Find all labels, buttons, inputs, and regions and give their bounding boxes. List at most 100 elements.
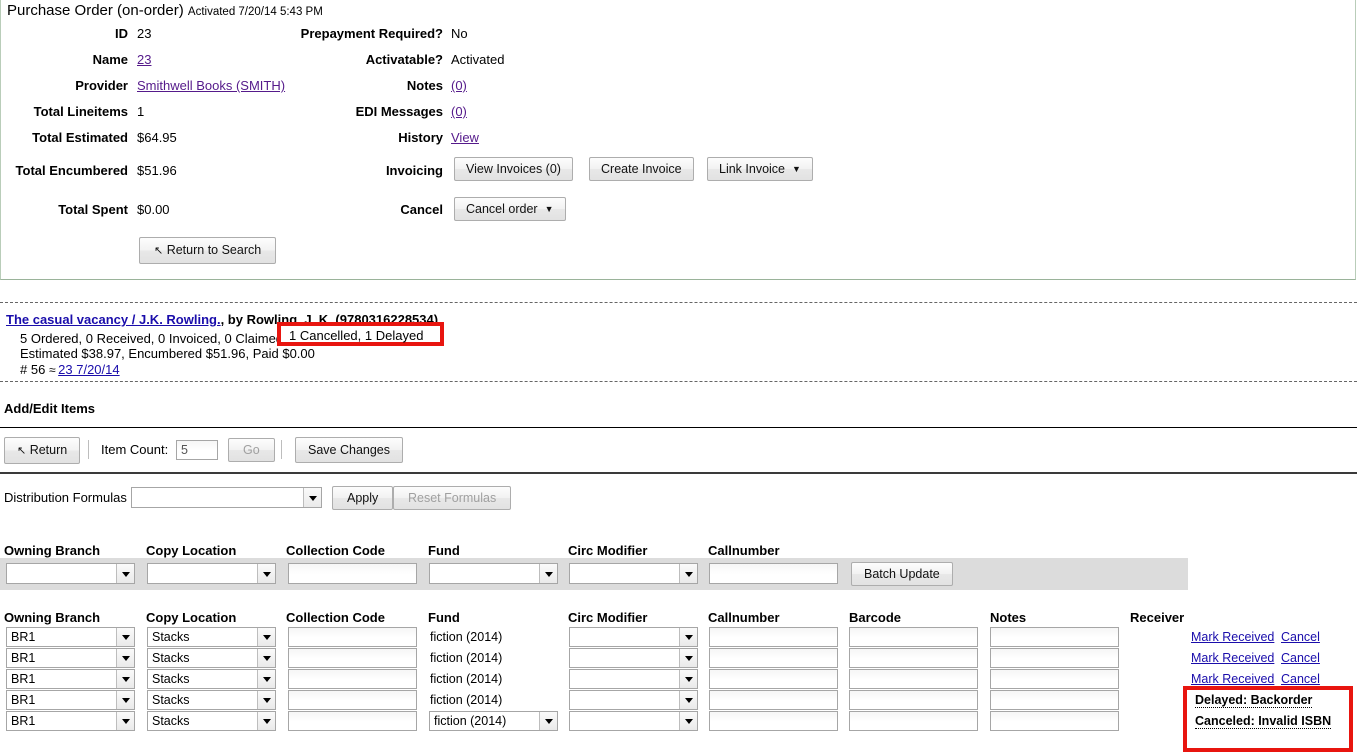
row-callnumber-input[interactable] <box>709 648 838 668</box>
row-collection-code-input[interactable] <box>288 669 417 689</box>
batch-circ-modifier-select[interactable] <box>569 563 698 584</box>
field-label-total-encumbered: Total Encumbered <box>15 163 128 178</box>
chevron-down-icon <box>116 670 134 688</box>
row-circ-modifier-select[interactable] <box>569 669 698 689</box>
row-barcode-input[interactable] <box>849 669 978 689</box>
row-fund-select[interactable]: fiction (2014) <box>429 711 558 731</box>
reset-formulas-button[interactable]: Reset Formulas <box>393 486 512 510</box>
page-title-text: Purchase Order (on-order) <box>7 2 184 19</box>
field-label-invoicing: Invoicing <box>385 163 443 178</box>
lineitem-identifier-line: # 56 ≈ 23 7/20/14 <box>20 362 120 377</box>
batch-collection-code-input[interactable] <box>288 563 417 584</box>
row-owning-branch-select[interactable]: BR1 <box>6 648 135 668</box>
row-owning-branch-select[interactable]: BR1 <box>6 690 135 710</box>
chevron-down-icon <box>116 564 134 583</box>
batch-header-fund: Fund <box>428 543 460 558</box>
row-notes-input[interactable] <box>990 627 1119 647</box>
view-invoices-button-label: View Invoices (0) <box>466 162 561 176</box>
batch-fund-select[interactable] <box>429 563 558 584</box>
row-copy-location-select[interactable]: Stacks <box>147 648 276 668</box>
cancel-link[interactable]: Cancel <box>1281 630 1320 644</box>
chevron-down-icon <box>257 649 275 667</box>
apply-button-label: Apply <box>347 491 379 505</box>
cancel-link[interactable]: Cancel <box>1281 651 1320 665</box>
distribution-formulas-select[interactable] <box>131 487 322 508</box>
return-to-search-button[interactable]: ↖ Return to Search <box>139 237 277 264</box>
row-owning-branch-select[interactable]: BR1 <box>6 669 135 689</box>
cancel-order-button[interactable]: Cancel order ▼ <box>454 197 566 221</box>
row-copy-location-select[interactable]: Stacks <box>147 669 276 689</box>
row-callnumber-input[interactable] <box>709 690 838 710</box>
row-circ-modifier-select[interactable] <box>569 711 698 731</box>
chevron-down-icon <box>257 564 275 583</box>
row-collection-code-input[interactable] <box>288 690 417 710</box>
cancel-link[interactable]: Cancel <box>1281 672 1320 686</box>
row-notes-input[interactable] <box>990 690 1119 710</box>
row-barcode-input[interactable] <box>849 648 978 668</box>
batch-callnumber-input[interactable] <box>709 563 838 584</box>
row-barcode-input[interactable] <box>849 711 978 731</box>
go-button[interactable]: Go <box>228 438 275 462</box>
chevron-down-icon <box>257 670 275 688</box>
distribution-formulas-label: Distribution Formulas <box>4 490 127 505</box>
row-notes-input[interactable] <box>990 669 1119 689</box>
row-notes-input[interactable] <box>990 648 1119 668</box>
field-value-history-link[interactable]: View <box>451 130 479 145</box>
batch-copy-location-select[interactable] <box>147 563 276 584</box>
row-copy-location-value: Stacks <box>152 693 190 707</box>
row-callnumber-input[interactable] <box>709 711 838 731</box>
row-callnumber-input[interactable] <box>709 627 838 647</box>
row-fund-text: fiction (2014) <box>430 672 503 686</box>
items-header-receiver: Receiver <box>1130 610 1185 625</box>
row-owning-branch-select[interactable]: BR1 <box>6 711 135 731</box>
row-owning-branch-value: BR1 <box>11 630 36 644</box>
batch-update-button[interactable]: Batch Update <box>851 562 953 586</box>
row-copy-location-select[interactable]: Stacks <box>147 711 276 731</box>
chevron-down-icon <box>257 628 275 646</box>
lineitem-po-date-link[interactable]: 23 7/20/14 <box>58 362 119 377</box>
item-count-input[interactable]: 5 <box>176 440 218 460</box>
annotation-counts-text: 1 Cancelled, 1 Delayed <box>289 328 424 343</box>
field-value-edi-messages-link[interactable]: (0) <box>451 104 467 119</box>
row-fund-text: fiction (2014) <box>430 630 503 644</box>
field-value-notes-link[interactable]: (0) <box>451 78 467 93</box>
row-callnumber-input[interactable] <box>709 669 838 689</box>
view-invoices-button[interactable]: View Invoices (0) <box>454 157 573 181</box>
batch-owning-branch-select[interactable] <box>6 563 135 584</box>
field-label-id: ID <box>115 26 128 41</box>
row-owning-branch-value: BR1 <box>11 693 36 707</box>
row-collection-code-input[interactable] <box>288 711 417 731</box>
row-owning-branch-select[interactable]: BR1 <box>6 627 135 647</box>
mark-received-link[interactable]: Mark Received <box>1191 651 1274 665</box>
row-barcode-input[interactable] <box>849 627 978 647</box>
row-notes-input[interactable] <box>990 711 1119 731</box>
chevron-down-icon <box>679 649 697 667</box>
field-value-name-link[interactable]: 23 <box>137 52 151 67</box>
row-circ-modifier-select[interactable] <box>569 690 698 710</box>
items-header-copy-location: Copy Location <box>146 610 237 625</box>
link-invoice-button[interactable]: Link Invoice ▼ <box>707 157 813 181</box>
page-title: Purchase Order (on-order) Activated 7/20… <box>7 2 323 19</box>
return-to-search-label: Return to Search <box>166 243 262 257</box>
field-value-total-spent: $0.00 <box>137 202 170 217</box>
field-label-total-lineitems: Total Lineitems <box>33 104 128 119</box>
create-invoice-button[interactable]: Create Invoice <box>589 157 694 181</box>
row-copy-location-select[interactable]: Stacks <box>147 690 276 710</box>
row-copy-location-select[interactable]: Stacks <box>147 627 276 647</box>
row-barcode-input[interactable] <box>849 690 978 710</box>
mark-received-link[interactable]: Mark Received <box>1191 630 1274 644</box>
save-changes-button[interactable]: Save Changes <box>295 437 404 463</box>
return-button[interactable]: ↖ Return <box>4 437 81 464</box>
lineitem-title-link[interactable]: The casual vacancy / J.K. Rowling. <box>6 312 221 327</box>
row-collection-code-input[interactable] <box>288 627 417 647</box>
lineitem-counts: 5 Ordered, 0 Received, 0 Invoiced, 0 Cla… <box>20 331 284 346</box>
apply-button[interactable]: Apply <box>332 486 394 510</box>
row-circ-modifier-select[interactable] <box>569 627 698 647</box>
row-collection-code-input[interactable] <box>288 648 417 668</box>
batch-header-owning-branch: Owning Branch <box>4 543 101 558</box>
link-chain-icon: ≈ <box>48 363 56 377</box>
chevron-down-icon <box>679 691 697 709</box>
chevron-down-icon <box>679 712 697 730</box>
row-circ-modifier-select[interactable] <box>569 648 698 668</box>
mark-received-link[interactable]: Mark Received <box>1191 672 1274 686</box>
